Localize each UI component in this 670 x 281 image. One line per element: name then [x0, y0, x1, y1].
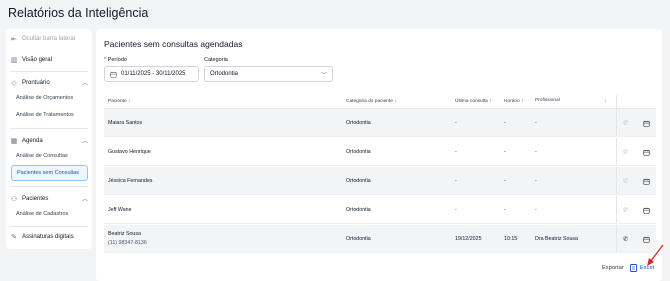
- whatsapp-icon[interactable]: ✆: [623, 235, 628, 243]
- sidebar-item-overview[interactable]: ▥ Visão geral: [10, 56, 88, 64]
- hide-sidebar-toggle[interactable]: ⇤ Ocultar barra lateral: [10, 35, 88, 43]
- sidebar-collapse-icon: ⇤: [11, 36, 17, 43]
- sort-arrow-icon[interactable]: ↓: [604, 98, 607, 104]
- whatsapp-icon[interactable]: ✆: [623, 148, 628, 156]
- schedule-calendar-icon[interactable]: [643, 143, 650, 161]
- column-header-horario[interactable]: Horário ↓: [504, 98, 524, 104]
- sidebar-item-analise-orcamentos[interactable]: Análise de Orçamentos: [16, 95, 73, 101]
- chevron-down-icon: ﹀: [320, 72, 327, 79]
- calendar-icon: ▦: [10, 137, 18, 145]
- chart-icon: ▥: [10, 57, 18, 64]
- table-row[interactable]: Maiara Santos Ortodontia - - - ✆: [104, 109, 656, 137]
- professional: -: [535, 120, 537, 126]
- category-label: Categoria: [204, 57, 228, 63]
- sidebar-item-pacientes-sem-consultas[interactable]: Pacientes sem Consultas: [11, 165, 88, 181]
- sidebar-item-analise-cadastros[interactable]: Análise de Cadastros: [16, 211, 68, 217]
- export-label: Exportar: [601, 265, 624, 271]
- patient-category: Ortodontia: [346, 149, 371, 155]
- row-actions: ✆: [616, 167, 656, 194]
- appointment-time: 10:15: [504, 236, 518, 242]
- divider: [10, 71, 88, 72]
- patient-category: Ortodontia: [346, 207, 371, 213]
- whatsapp-icon[interactable]: ✆: [623, 177, 628, 185]
- last-appointment: -: [455, 149, 457, 155]
- divider: [10, 226, 88, 227]
- patient-name: Beatriz Sousa: [108, 231, 141, 237]
- chevron-up-icon: ︿: [81, 139, 88, 145]
- table-row[interactable]: Beatriz Sousa (11) 98347-8136 Ortodontia…: [104, 225, 656, 253]
- last-appointment: -: [455, 207, 457, 213]
- sidebar-item-analise-consultas[interactable]: Análise de Consultas: [16, 153, 68, 159]
- table-header: Paciente ↓ Categoria do paciente ↓ Últim…: [104, 95, 656, 109]
- schedule-calendar-icon[interactable]: [643, 172, 650, 190]
- divider: [10, 128, 88, 129]
- patient-category: Ortodontia: [346, 178, 371, 184]
- patient-category: Ortodontia: [346, 120, 371, 126]
- sidebar-section-agenda[interactable]: ▦ Agenda ︿: [10, 136, 88, 146]
- last-appointment: -: [455, 178, 457, 184]
- last-appointment: 19/12/2025: [455, 236, 482, 242]
- table-row[interactable]: Gustavo Henrique Ortodontia - - - ✆: [104, 138, 656, 166]
- sort-arrow-icon: ↓: [394, 98, 397, 104]
- row-actions: ✆: [616, 109, 656, 136]
- pen-icon: ✎: [11, 234, 17, 241]
- calendar-icon: [110, 71, 117, 78]
- sidebar-item-analise-tratamentos[interactable]: Análise de Tratamentos: [16, 112, 74, 118]
- period-label: * Período: [104, 57, 127, 63]
- appointment-time: -: [504, 207, 506, 213]
- patient-name: Jeff Wane: [108, 207, 132, 213]
- chevron-up-icon: ︿: [81, 81, 88, 87]
- patient-name: Gustavo Henrique: [108, 149, 151, 155]
- period-date-range-input[interactable]: 01/11/2025 - 30/11/2025: [104, 66, 199, 82]
- professional: Dra Beatriz Sousa: [535, 236, 578, 242]
- table-row[interactable]: Jeff Wane Ortodontia - - - ✆: [104, 196, 656, 224]
- whatsapp-icon[interactable]: ✆: [623, 119, 628, 127]
- row-actions: ✆: [616, 196, 656, 223]
- sort-arrow-icon: ↓: [128, 98, 131, 104]
- professional: -: [535, 149, 537, 155]
- sort-arrow-icon: ↓: [521, 98, 524, 104]
- patient-category: Ortodontia: [346, 236, 371, 242]
- row-actions: ✆: [616, 138, 656, 165]
- users-icon: ⚇: [10, 195, 18, 203]
- appointment-time: -: [504, 178, 506, 184]
- sidebar: ⇤ Ocultar barra lateral ▥ Visão geral ◇ …: [6, 29, 92, 249]
- professional: -: [535, 207, 537, 213]
- appointment-time: -: [504, 149, 506, 155]
- sidebar-item-assinaturas[interactable]: ✎ Assinaturas digitais: [10, 233, 88, 241]
- table-row[interactable]: Jéssica Fernandes Ortodontia - - - ✆: [104, 167, 656, 195]
- diamond-icon: ◇: [11, 79, 17, 87]
- patient-name: Maiara Santos: [108, 120, 143, 126]
- schedule-calendar-icon[interactable]: [643, 201, 650, 219]
- whatsapp-icon[interactable]: ✆: [623, 206, 628, 214]
- excel-icon: [629, 264, 637, 272]
- annotation-arrow-icon: [647, 244, 664, 266]
- category-select[interactable]: Ortodontia ﹀: [204, 66, 333, 82]
- actions-column-header: [616, 95, 656, 108]
- column-header-paciente[interactable]: Paciente ↓: [108, 98, 131, 104]
- schedule-calendar-icon[interactable]: [643, 114, 650, 132]
- last-appointment: -: [455, 120, 457, 126]
- page-title: Relatórios da Inteligência: [8, 6, 149, 20]
- chevron-up-icon: ︿: [81, 197, 88, 203]
- patient-phone: (11) 98347-8136: [108, 240, 147, 246]
- section-title: Pacientes sem consultas agendadas: [104, 39, 243, 49]
- sidebar-section-pacientes[interactable]: ⚇ Pacientes ︿: [10, 194, 88, 204]
- sidebar-section-prontuario[interactable]: ◇ Prontuário ︿: [10, 78, 88, 88]
- sort-arrow-icon: ↓: [489, 98, 492, 104]
- column-header-ultima-consulta[interactable]: Última consulta ↓: [455, 98, 492, 104]
- divider: [10, 186, 88, 187]
- column-header-profissional[interactable]: Profissional: [535, 98, 560, 103]
- appointment-time: -: [504, 120, 506, 126]
- professional: -: [535, 178, 537, 184]
- column-header-categoria[interactable]: Categoria do paciente ↓: [346, 98, 397, 104]
- main-panel: Pacientes sem consultas agendadas * Perí…: [96, 29, 662, 281]
- patient-name: Jéssica Fernandes: [108, 178, 153, 184]
